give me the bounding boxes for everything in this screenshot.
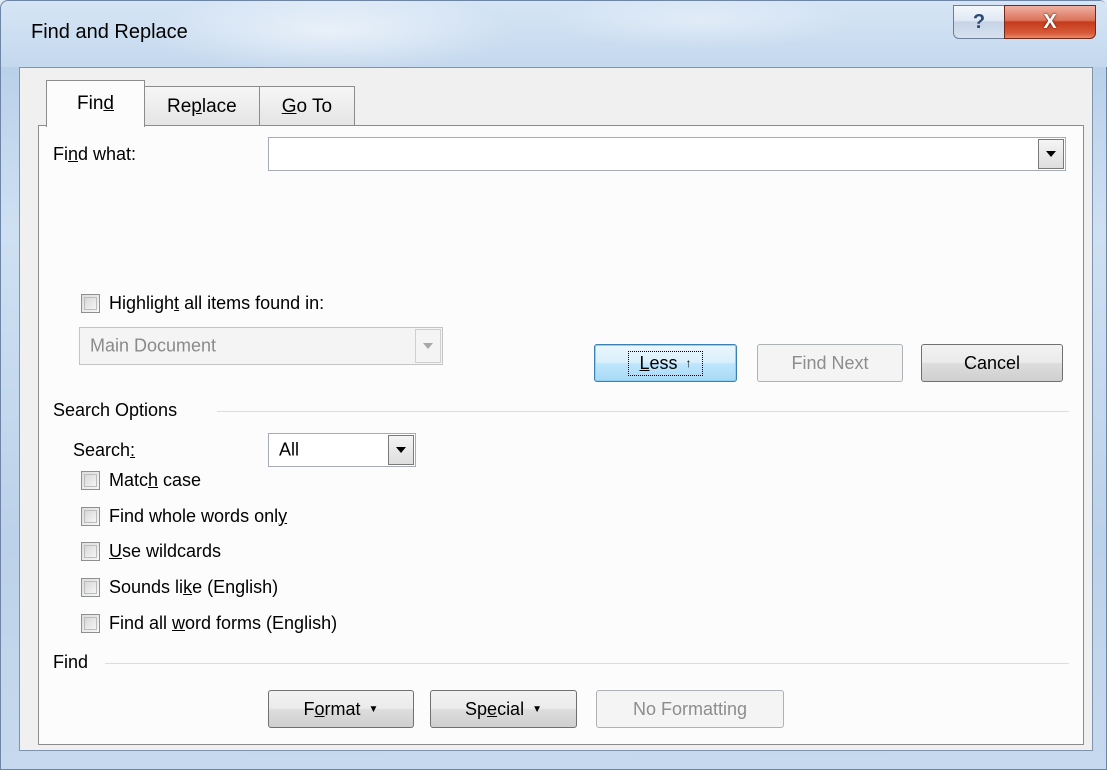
special-button[interactable]: Special ▼ <box>430 690 577 728</box>
no-formatting-button[interactable]: No Formatting <box>596 690 784 728</box>
find-what-label: Find what: <box>53 144 137 164</box>
whole-words-checkbox[interactable] <box>81 507 100 526</box>
search-direction-select[interactable]: All <box>268 433 416 467</box>
help-icon: ? <box>972 10 986 33</box>
tab-goto-label: Go To <box>281 95 333 117</box>
chevron-down-icon <box>423 343 433 349</box>
close-button[interactable]: X <box>1004 5 1096 39</box>
format-button[interactable]: Format ▼ <box>268 690 414 728</box>
dialog-client-area: Find Replace Go To Find what: Highlight … <box>19 67 1093 751</box>
tab-find-label: Find <box>77 93 114 114</box>
tab-find[interactable]: Find <box>46 80 145 127</box>
word-forms-label: Find all word forms (English) <box>109 613 338 633</box>
highlight-label: Highlight all items found in: <box>109 293 325 313</box>
find-replace-window: Find and Replace ? X Find Replace Go To … <box>0 0 1107 770</box>
tab-replace[interactable]: Replace <box>143 86 260 126</box>
collapse-arrow-icon: ↑ <box>685 356 692 370</box>
highlight-checkbox[interactable] <box>81 294 100 313</box>
find-section-heading: Find <box>53 652 89 672</box>
dropdown-arrow-icon: ▼ <box>368 703 379 715</box>
highlight-scope-select[interactable]: Main Document <box>79 327 443 365</box>
highlight-scope-value: Main Document <box>90 335 217 356</box>
wildcards-checkbox[interactable] <box>81 542 100 561</box>
find-next-button[interactable]: Find Next <box>757 344 903 382</box>
word-forms-checkbox[interactable] <box>81 614 100 633</box>
chevron-down-icon <box>396 447 406 453</box>
find-what-dropdown-button[interactable] <box>1038 139 1064 169</box>
tab-replace-label: Replace <box>166 95 237 117</box>
whole-words-label: Find whole words only <box>109 506 288 526</box>
highlight-scope-dropdown-button[interactable] <box>415 329 441 363</box>
wildcards-label: Use wildcards <box>109 541 222 561</box>
window-title: Find and Replace <box>31 21 188 43</box>
less-button[interactable]: Less ↑ <box>594 344 737 382</box>
tab-strip: Find Replace Go To <box>46 80 356 127</box>
match-case-label: Match case <box>109 470 202 490</box>
sounds-like-checkbox[interactable] <box>81 578 100 597</box>
search-options-heading: Search Options <box>53 400 178 420</box>
help-button[interactable]: ? <box>953 5 1005 39</box>
chevron-down-icon <box>1046 151 1056 157</box>
sounds-like-label: Sounds like (English) <box>109 577 279 597</box>
match-case-checkbox[interactable] <box>81 471 100 490</box>
tab-goto[interactable]: Go To <box>258 86 356 126</box>
title-bar[interactable]: Find and Replace ? X <box>1 1 1107 67</box>
find-tab-panel: Find what: Highlight all items found in:… <box>38 125 1084 745</box>
search-direction-dropdown-button[interactable] <box>388 435 414 465</box>
cancel-button[interactable]: Cancel <box>921 344 1063 382</box>
dropdown-arrow-icon: ▼ <box>532 703 542 715</box>
find-section-divider <box>105 663 1069 664</box>
find-what-combobox[interactable] <box>268 137 1066 171</box>
close-icon: X <box>1043 10 1057 33</box>
search-direction-value: All <box>279 439 300 460</box>
search-options-divider <box>217 411 1069 412</box>
search-direction-label: Search: <box>73 440 136 460</box>
